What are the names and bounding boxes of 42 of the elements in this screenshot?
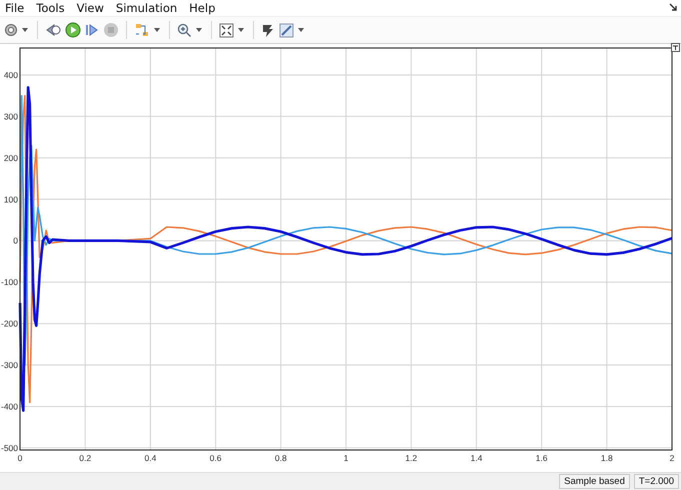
x-tick-label: 0.4 xyxy=(144,453,156,463)
caret-icon[interactable] xyxy=(298,28,304,32)
menu-item[interactable]: File xyxy=(5,1,24,15)
run-icon[interactable] xyxy=(65,22,81,38)
x-tick-label: 1.4 xyxy=(470,453,482,463)
x-tick-label: 0.8 xyxy=(274,453,287,463)
x-tick-label: 1.6 xyxy=(536,453,548,463)
caret-icon[interactable] xyxy=(238,28,244,32)
y-tick-label: 0 xyxy=(13,236,18,246)
step-forward-icon[interactable] xyxy=(85,23,99,37)
menu-item[interactable]: Help xyxy=(189,1,216,15)
settings-icon[interactable] xyxy=(4,23,18,37)
pencil-icon[interactable] xyxy=(279,22,294,38)
caret-icon[interactable] xyxy=(22,28,28,32)
sample-mode-text: Sample based xyxy=(559,474,630,489)
x-tick-label: 1.8 xyxy=(600,453,613,463)
caret-icon[interactable] xyxy=(196,28,202,32)
x-tick-label: 0.2 xyxy=(79,453,92,463)
x-tick-label: 1 xyxy=(344,453,348,463)
y-tick-label: -100 xyxy=(0,277,18,288)
x-tick-label: 1.2 xyxy=(405,453,418,463)
x-tick-label: 2 xyxy=(670,453,674,463)
y-tick-label: 200 xyxy=(4,152,18,163)
undock-arrow-icon[interactable] xyxy=(669,3,677,11)
y-tick-label: 400 xyxy=(4,70,18,80)
time-text: T=2.000 xyxy=(634,474,679,489)
menu-item[interactable]: View xyxy=(76,1,104,15)
y-tick-label: 300 xyxy=(4,111,18,122)
y-tick-label: -200 xyxy=(0,318,18,329)
menu-item[interactable]: Tools xyxy=(36,1,65,15)
x-tick-label: 0.6 xyxy=(210,453,222,463)
y-tick-label: 100 xyxy=(4,194,18,204)
zoom-in-icon[interactable] xyxy=(177,22,192,38)
menu-item[interactable]: Simulation xyxy=(116,1,178,15)
y-tick-label: -500 xyxy=(0,442,18,453)
step-back-icon[interactable] xyxy=(45,23,61,37)
fit-view-icon[interactable] xyxy=(219,22,234,38)
x-tick-label: 0 xyxy=(18,453,22,463)
caret-icon[interactable] xyxy=(154,28,160,32)
y-tick-label: -400 xyxy=(0,401,18,412)
signal-highlight-icon[interactable] xyxy=(134,22,150,38)
y-tick-label: -300 xyxy=(0,360,18,370)
